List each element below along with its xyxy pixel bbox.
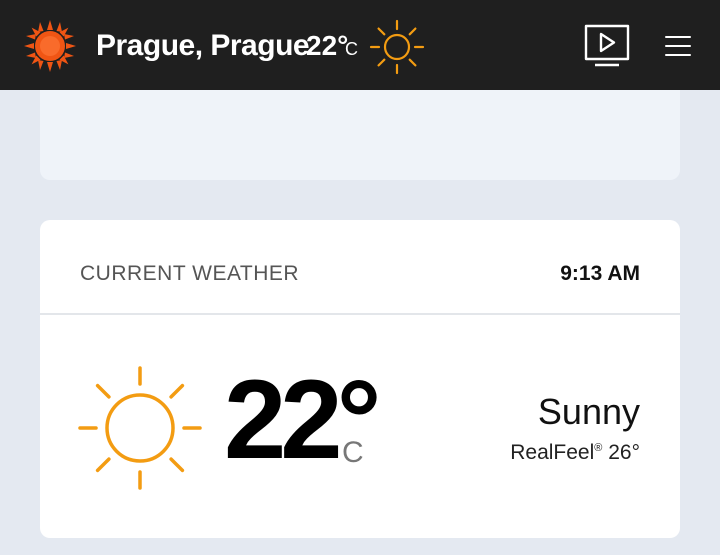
realfeel: RealFeel® 26° xyxy=(510,434,640,467)
realfeel-label: RealFeel xyxy=(510,441,595,464)
sun-icon xyxy=(369,19,425,75)
location-title[interactable]: Prague, Prague xyxy=(96,26,310,66)
sun-icon xyxy=(78,366,202,490)
previous-card xyxy=(40,90,680,180)
card-title: CURRENT WEATHER xyxy=(80,262,300,285)
sun-logo-icon[interactable] xyxy=(22,18,78,74)
current-weather-card[interactable]: CURRENT WEATHER 9:13 AM 22° C Sunny Real… xyxy=(40,220,680,538)
registered-mark: ® xyxy=(594,442,603,454)
current-time: 9:13 AM xyxy=(560,262,640,285)
divider xyxy=(40,313,680,315)
weather-condition: Sunny xyxy=(537,391,640,432)
top-header: Prague, Prague 22° C xyxy=(0,0,720,90)
video-play-icon[interactable] xyxy=(582,22,634,70)
header-temperature-unit: C xyxy=(345,39,358,59)
realfeel-value: 26° xyxy=(608,441,640,464)
temperature-unit: C xyxy=(342,436,364,469)
header-temperature: 22° xyxy=(306,30,349,61)
hamburger-menu-icon[interactable] xyxy=(660,30,694,62)
